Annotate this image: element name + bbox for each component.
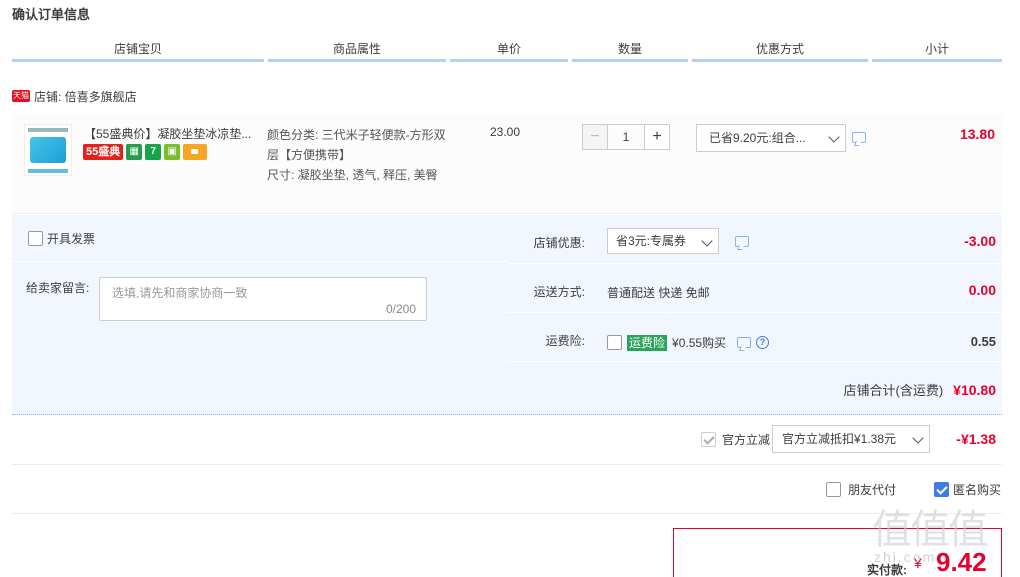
shop-name[interactable]: 店铺: 倍喜多旗舰店 [34,88,137,105]
shop-total-amount: ¥10.80 [953,382,996,398]
insurance-price: ¥0.55购买 [672,336,727,350]
shop-coupon-amount: -3.00 [964,233,996,249]
official-discount-select[interactable]: 官方立减抵扣¥1.38元 [772,425,930,453]
anonymous-label[interactable]: 匿名购买 [953,481,1001,498]
insurance-option: 运费险 ¥0.55购买 ? [607,334,770,351]
discount-select-value: 已省9.20元:组合... [709,131,806,145]
insurance-checkbox[interactable] [607,335,622,350]
invoice-option: 开具发票 [28,230,95,247]
shop-line: 天猫 店铺: 倍喜多旗舰店 [12,88,137,104]
col-quantity: 数量 [572,38,688,62]
col-unit-price: 单价 [450,38,568,62]
qty-decrement-button[interactable]: − [582,124,608,150]
official-discount-row: 官方立减 官方立减抵扣¥1.38元 -¥1.38 [12,416,1002,465]
official-discount-value: 官方立减抵扣¥1.38元 [782,432,897,446]
payment-summary: 实付款: ¥ 9.42 [673,528,1002,577]
invoice-label[interactable]: 开具发票 [47,230,95,247]
shipping-amount: 0.00 [968,282,996,298]
message-icon[interactable] [735,236,749,247]
col-subtotal: 小计 [872,38,1002,62]
message-icon[interactable] [737,337,752,348]
item-subtotal: 13.80 [959,126,995,142]
shop-summary-block: 开具发票 给卖家留言: 选填,请先和商家协商一致 0/200 店铺优惠: 省3元… [12,215,1002,415]
message-icon[interactable] [852,132,866,143]
shipping-method: 普通配送 快递 免邮 [607,286,710,300]
insurance-label: 运费险: [545,334,585,348]
order-item-row: 【55盛典价】凝胶坐垫冰凉垫... 55盛典 ▦ 7 ▣ 颜色分类: 三代米子轻… [12,114,1002,214]
message-placeholder: 选填,请先和商家协商一致 [112,286,248,300]
invoice-checkbox[interactable] [28,231,43,246]
friend-pay-checkbox[interactable] [826,482,841,497]
anonymous-option: 匿名购买 [934,481,1001,498]
payment-currency: ¥ [914,555,922,571]
product-thumbnail[interactable] [24,124,72,176]
promo-icons: 55盛典 ▦ 7 ▣ [83,144,208,160]
shop-coupon-value: 省3元:专属券 [616,234,687,248]
card-icon[interactable] [183,144,208,160]
col-attributes: 商品属性 [268,38,446,62]
shipping-label: 运送方式: [533,285,585,299]
unit-price: 23.00 [490,125,521,139]
friend-pay-label[interactable]: 朋友代付 [848,481,896,498]
seller-message-input[interactable]: 选填,请先和商家协商一致 0/200 [99,277,427,321]
shop-total-label: 店铺合计(含运费) [843,383,944,398]
anonymous-checkbox[interactable] [934,482,949,497]
official-discount-label: 官方立减 [722,433,771,447]
chevron-down-icon [912,432,924,444]
right-panel: 店铺优惠: 省3元:专属券 -3.00 运送方式: 普通配送 快递 免邮 0.0… [507,215,1002,363]
seven-day-icon[interactable]: 7 [145,144,162,160]
insurance-row: 运费险: 运费险 ¥0.55购买 ? 0.55 [507,313,1002,362]
friend-pay-option: 朋友代付 [826,481,896,498]
product-attributes: 颜色分类: 三代米子轻便款-方形双层【方便携带】 尺寸: 凝胶坐垫, 透气, 释… [267,125,457,185]
help-icon[interactable]: ? [756,336,770,349]
insurance-amount: 0.55 [970,334,996,349]
attr-color: 颜色分类: 三代米子轻便款-方形双层【方便携带】 [267,128,446,162]
shipping-row: 运送方式: 普通配送 快递 免邮 0.00 [507,264,1002,313]
discount-select[interactable]: 已省9.20元:组合... [696,124,846,152]
left-panel: 开具发票 给卖家留言: 选填,请先和商家协商一致 0/200 [12,215,507,363]
promo-55-badge-icon[interactable]: 55盛典 [83,144,124,160]
payment-label: 实付款: [867,563,907,577]
official-discount-checkbox[interactable] [701,432,716,447]
message-char-count: 0/200 [385,302,416,316]
message-label: 给卖家留言: [26,281,90,295]
shop-coupon-select[interactable]: 省3元:专属券 [607,228,719,254]
col-discount: 优惠方式 [692,38,868,62]
gift-icon[interactable]: ▦ [126,144,143,160]
insurance-tag: 运费险 [627,334,668,351]
qty-increment-button[interactable]: + [644,124,670,150]
attr-size: 尺寸: 凝胶坐垫, 透气, 释压, 美臀 [267,168,438,182]
chevron-down-icon [701,235,713,247]
shop-coupon-label: 店铺优惠: [533,236,585,250]
official-discount-amount: -¥1.38 [956,431,996,447]
page-title: 确认订单信息 [12,7,91,22]
shop-total: 店铺合计(含运费) ¥10.80 [844,380,997,399]
official-discount-option: 官方立减 [701,431,770,448]
qty-input[interactable]: 1 [608,124,644,150]
tmall-badge-icon: 天猫 [12,90,30,102]
col-shop-item: 店铺宝贝 [12,38,264,62]
guarantee-icon[interactable]: ▣ [164,144,181,160]
payment-amount: 9.42 [936,547,987,577]
chevron-down-icon [828,131,840,143]
shop-coupon-row: 店铺优惠: 省3元:专属券 -3.00 [507,215,1002,264]
order-options-row: 朋友代付 匿名购买 [12,470,1002,514]
column-header: 店铺宝贝 商品属性 单价 数量 优惠方式 小计 [12,38,1002,62]
product-title-link[interactable]: 【55盛典价】凝胶坐垫冰凉垫... [84,125,256,142]
quantity-stepper: − 1 + [582,124,670,150]
